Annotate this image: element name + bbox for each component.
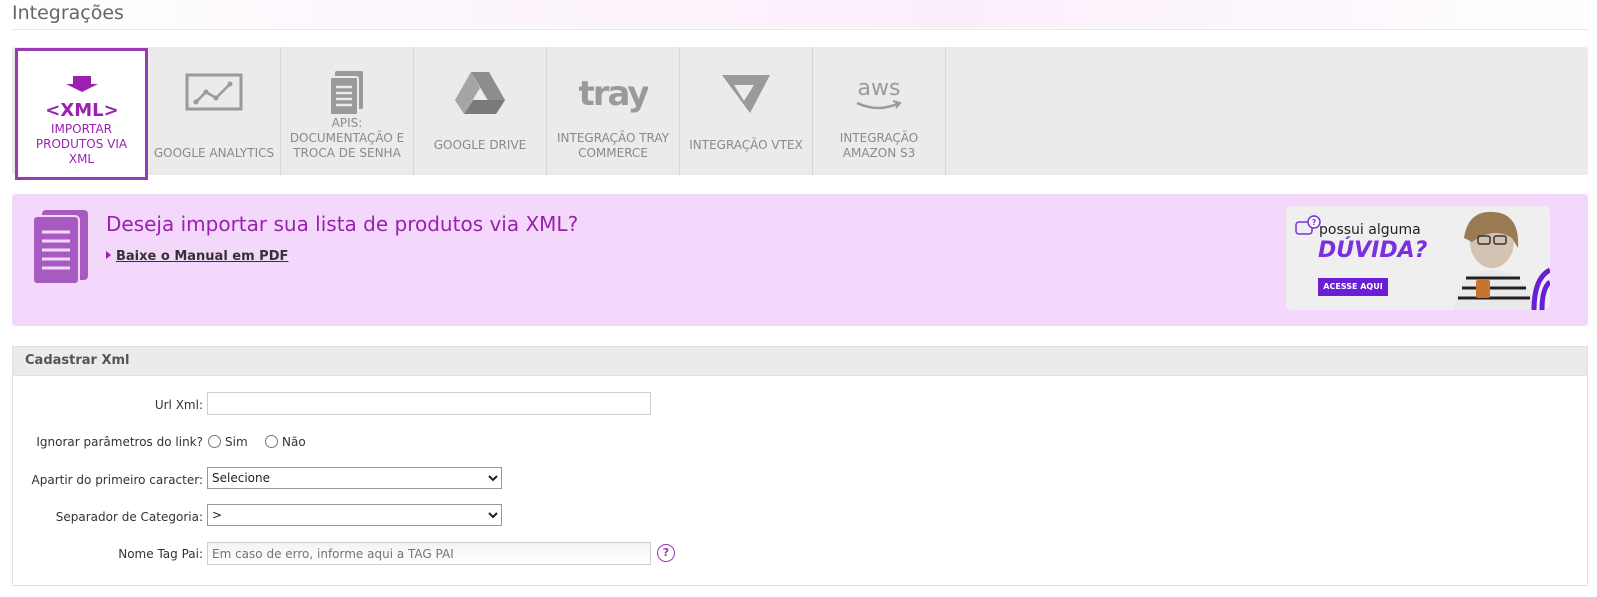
- analytics-chart-icon: [148, 65, 280, 120]
- xml-import-icon: <XML>: [18, 69, 145, 124]
- panel-header: Cadastrar Xml: [13, 347, 1587, 376]
- woman-photo: [1454, 211, 1550, 310]
- first-char-label: Apartir do primeiro caracter:: [31, 473, 203, 487]
- top-gradient: [0, 0, 1597, 28]
- aws-logo-icon: aws: [813, 65, 945, 120]
- ignore-params-yes-radio[interactable]: Sim: [208, 435, 248, 449]
- aws-logo-text: aws: [858, 76, 901, 101]
- tab-import-xml[interactable]: <XML> IMPORTAR PRODUTOS VIA XML: [15, 48, 148, 180]
- tray-logo-text: tray: [578, 74, 648, 114]
- url-xml-label: Url Xml:: [154, 398, 203, 412]
- tab-google-analytics[interactable]: GOOGLE ANALYTICS: [148, 47, 281, 175]
- ignore-params-no-radio[interactable]: Não: [265, 435, 306, 449]
- tab-label: INTEGRAÇÃO AMAZON S3: [839, 131, 919, 160]
- ignore-params-label: Ignorar parâmetros do link?: [36, 435, 203, 449]
- document-icon: [281, 65, 413, 120]
- register-xml-panel: Cadastrar Xml Url Xml: Ignorar parâmetro…: [12, 346, 1588, 586]
- svg-text:?: ?: [1312, 218, 1317, 227]
- category-separator-label: Separador de Categoria:: [55, 510, 203, 524]
- download-manual-link[interactable]: Baixe o Manual em PDF: [106, 249, 288, 264]
- help-ad-cta-button[interactable]: ACESSE AQUI: [1318, 278, 1388, 296]
- tab-label: APIS: DOCUMENTAÇÃO E TROCA DE SENHA: [289, 116, 405, 160]
- first-char-select[interactable]: Selecione: [207, 467, 502, 489]
- radio-label-no: Não: [282, 435, 306, 449]
- integration-tabs: <XML> IMPORTAR PRODUTOS VIA XML GOOGLE A…: [12, 47, 1588, 180]
- tab-tray[interactable]: tray INTEGRAÇÃO TRAY COMMERCE: [547, 47, 680, 175]
- parent-tag-input[interactable]: [207, 542, 651, 565]
- xml-icon-text: <XML>: [45, 100, 118, 121]
- radio-label-yes: Sim: [225, 435, 248, 449]
- google-drive-icon: [414, 65, 546, 120]
- tray-logo-icon: tray: [547, 65, 679, 120]
- tab-label: GOOGLE DRIVE: [433, 138, 527, 152]
- page-title: Integrações: [12, 2, 124, 24]
- chat-question-icon: ?: [1295, 215, 1321, 235]
- help-ad-banner[interactable]: ? possui alguma DÚVIDA? ACESSE AQUI: [1286, 206, 1550, 310]
- tab-amazon-s3[interactable]: aws INTEGRAÇÃO AMAZON S3: [813, 47, 946, 175]
- tab-apis[interactable]: APIS: DOCUMENTAÇÃO E TROCA DE SENHA: [281, 47, 414, 175]
- tab-google-drive[interactable]: GOOGLE DRIVE: [414, 47, 547, 175]
- radio-circle: [265, 435, 278, 448]
- tab-label: INTEGRAÇÃO VTEX: [689, 138, 803, 152]
- help-question-icon[interactable]: ?: [657, 544, 675, 562]
- tab-label: INTEGRAÇÃO TRAY COMMERCE: [556, 131, 669, 160]
- category-separator-select[interactable]: >: [207, 504, 502, 526]
- tab-label: IMPORTAR PRODUTOS VIA XML: [35, 122, 128, 166]
- help-ad-line1: possui alguma: [1319, 222, 1421, 238]
- vtex-logo-icon: [680, 65, 812, 120]
- radio-circle: [208, 435, 221, 448]
- title-divider: [12, 29, 1588, 30]
- parent-tag-label: Nome Tag Pai:: [118, 547, 203, 561]
- tab-vtex[interactable]: INTEGRAÇÃO VTEX: [680, 47, 813, 175]
- tab-label: GOOGLE ANALYTICS: [153, 146, 275, 160]
- help-ad-line2: DÚVIDA?: [1318, 238, 1428, 263]
- url-xml-input[interactable]: [207, 392, 651, 415]
- banner-title: Deseja importar sua lista de produtos vi…: [106, 212, 579, 236]
- document-icon: [30, 208, 92, 290]
